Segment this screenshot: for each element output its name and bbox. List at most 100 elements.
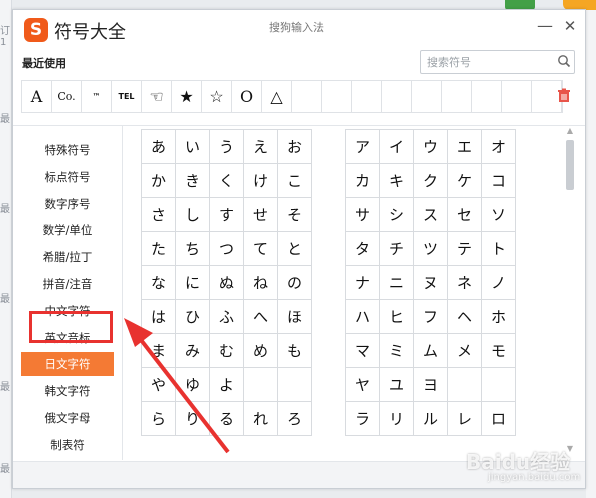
symbol-cell[interactable]: キ bbox=[380, 164, 414, 198]
symbol-cell[interactable]: お bbox=[278, 130, 312, 164]
recent-symbol[interactable] bbox=[322, 81, 352, 112]
trash-icon[interactable] bbox=[557, 88, 571, 103]
symbol-cell[interactable]: こ bbox=[278, 164, 312, 198]
symbol-cell[interactable]: さ bbox=[142, 198, 176, 232]
symbol-cell[interactable]: イ bbox=[380, 130, 414, 164]
symbol-cell[interactable]: な bbox=[142, 266, 176, 300]
symbol-cell[interactable]: ロ bbox=[482, 402, 516, 436]
symbol-cell[interactable]: ソ bbox=[482, 198, 516, 232]
recent-symbol[interactable]: Co. bbox=[52, 81, 82, 112]
symbol-cell[interactable]: た bbox=[142, 232, 176, 266]
symbol-cell[interactable]: ネ bbox=[448, 266, 482, 300]
symbol-cell[interactable]: し bbox=[176, 198, 210, 232]
symbol-cell[interactable]: そ bbox=[278, 198, 312, 232]
search-box[interactable] bbox=[420, 50, 575, 74]
symbol-cell[interactable]: ヒ bbox=[380, 300, 414, 334]
symbol-cell[interactable]: ト bbox=[482, 232, 516, 266]
recent-symbol[interactable]: ☜ bbox=[142, 81, 172, 112]
recent-symbol[interactable] bbox=[442, 81, 472, 112]
recent-symbol[interactable] bbox=[382, 81, 412, 112]
symbol-cell[interactable]: て bbox=[244, 232, 278, 266]
category-item[interactable]: 特殊符号 bbox=[21, 138, 114, 162]
recent-symbol[interactable]: △ bbox=[262, 81, 292, 112]
symbol-cell[interactable]: ツ bbox=[414, 232, 448, 266]
symbol-cell[interactable]: リ bbox=[380, 402, 414, 436]
recent-symbol[interactable]: ™ bbox=[82, 81, 112, 112]
symbol-cell[interactable]: る bbox=[210, 402, 244, 436]
symbol-cell[interactable]: ニ bbox=[380, 266, 414, 300]
symbol-cell[interactable]: も bbox=[278, 334, 312, 368]
search-input[interactable] bbox=[427, 54, 537, 70]
recent-symbol[interactable]: ☆ bbox=[202, 81, 232, 112]
recent-symbol[interactable]: ★ bbox=[172, 81, 202, 112]
symbol-cell[interactable]: レ bbox=[448, 402, 482, 436]
symbol-cell[interactable]: エ bbox=[448, 130, 482, 164]
symbol-cell[interactable]: ス bbox=[414, 198, 448, 232]
symbol-cell[interactable]: シ bbox=[380, 198, 414, 232]
symbol-cell[interactable]: ル bbox=[414, 402, 448, 436]
symbol-cell[interactable]: ろ bbox=[278, 402, 312, 436]
symbol-cell[interactable]: ゆ bbox=[176, 368, 210, 402]
category-item[interactable]: 希腊/拉丁 bbox=[21, 245, 114, 269]
symbol-cell[interactable]: マ bbox=[346, 334, 380, 368]
symbol-cell[interactable]: チ bbox=[380, 232, 414, 266]
recent-symbol[interactable] bbox=[472, 81, 502, 112]
category-item[interactable]: 数字序号 bbox=[21, 192, 114, 216]
symbol-cell[interactable]: ウ bbox=[414, 130, 448, 164]
symbol-cell[interactable]: ひ bbox=[176, 300, 210, 334]
symbol-cell[interactable]: サ bbox=[346, 198, 380, 232]
symbol-cell[interactable]: タ bbox=[346, 232, 380, 266]
symbol-cell[interactable]: り bbox=[176, 402, 210, 436]
symbol-cell[interactable]: ア bbox=[346, 130, 380, 164]
symbol-cell[interactable]: つ bbox=[210, 232, 244, 266]
search-icon[interactable] bbox=[557, 54, 571, 68]
symbol-cell[interactable]: メ bbox=[448, 334, 482, 368]
symbol-cell[interactable]: い bbox=[176, 130, 210, 164]
recent-symbol[interactable] bbox=[502, 81, 532, 112]
symbol-cell[interactable]: ノ bbox=[482, 266, 516, 300]
symbol-cell[interactable]: フ bbox=[414, 300, 448, 334]
scroll-up-icon[interactable]: ▲ bbox=[564, 126, 576, 138]
category-item[interactable]: 制表符 bbox=[21, 433, 114, 457]
category-item[interactable]: 标点符号 bbox=[21, 165, 114, 189]
symbol-cell[interactable]: ラ bbox=[346, 402, 380, 436]
scrollbar[interactable]: ▲ ▼ bbox=[564, 126, 576, 458]
symbol-cell[interactable]: ケ bbox=[448, 164, 482, 198]
recent-symbol[interactable]: A bbox=[22, 81, 52, 112]
symbol-cell[interactable]: え bbox=[244, 130, 278, 164]
symbol-cell[interactable]: ヤ bbox=[346, 368, 380, 402]
symbol-cell[interactable]: テ bbox=[448, 232, 482, 266]
close-button[interactable]: ✕ bbox=[561, 16, 579, 36]
symbol-cell[interactable]: オ bbox=[482, 130, 516, 164]
symbol-cell[interactable]: ミ bbox=[380, 334, 414, 368]
symbol-cell[interactable]: ら bbox=[142, 402, 176, 436]
symbol-cell[interactable]: ユ bbox=[380, 368, 414, 402]
symbol-cell[interactable]: け bbox=[244, 164, 278, 198]
symbol-cell[interactable]: ク bbox=[414, 164, 448, 198]
symbol-cell[interactable]: ハ bbox=[346, 300, 380, 334]
symbol-cell[interactable]: ち bbox=[176, 232, 210, 266]
symbol-cell[interactable]: ま bbox=[142, 334, 176, 368]
symbol-cell[interactable]: コ bbox=[482, 164, 516, 198]
symbol-cell[interactable]: ヌ bbox=[414, 266, 448, 300]
recent-symbol[interactable]: O bbox=[232, 81, 262, 112]
symbol-cell[interactable]: あ bbox=[142, 130, 176, 164]
symbol-cell[interactable]: く bbox=[210, 164, 244, 198]
symbol-cell[interactable]: セ bbox=[448, 198, 482, 232]
recent-symbol[interactable] bbox=[412, 81, 442, 112]
symbol-cell[interactable]: や bbox=[142, 368, 176, 402]
symbol-cell[interactable]: へ bbox=[244, 300, 278, 334]
symbol-cell[interactable]: ぬ bbox=[210, 266, 244, 300]
symbol-cell[interactable]: ホ bbox=[482, 300, 516, 334]
symbol-cell[interactable]: モ bbox=[482, 334, 516, 368]
symbol-cell[interactable]: う bbox=[210, 130, 244, 164]
symbol-cell[interactable]: カ bbox=[346, 164, 380, 198]
minimize-button[interactable]: — bbox=[536, 16, 554, 36]
symbol-cell[interactable]: き bbox=[176, 164, 210, 198]
title-bar[interactable]: S 符号大全 搜狗输入法 — ✕ bbox=[13, 10, 585, 50]
symbol-cell[interactable]: の bbox=[278, 266, 312, 300]
symbol-cell[interactable]: せ bbox=[244, 198, 278, 232]
symbol-cell[interactable]: よ bbox=[210, 368, 244, 402]
symbol-cell[interactable]: は bbox=[142, 300, 176, 334]
symbol-cell[interactable]: と bbox=[278, 232, 312, 266]
